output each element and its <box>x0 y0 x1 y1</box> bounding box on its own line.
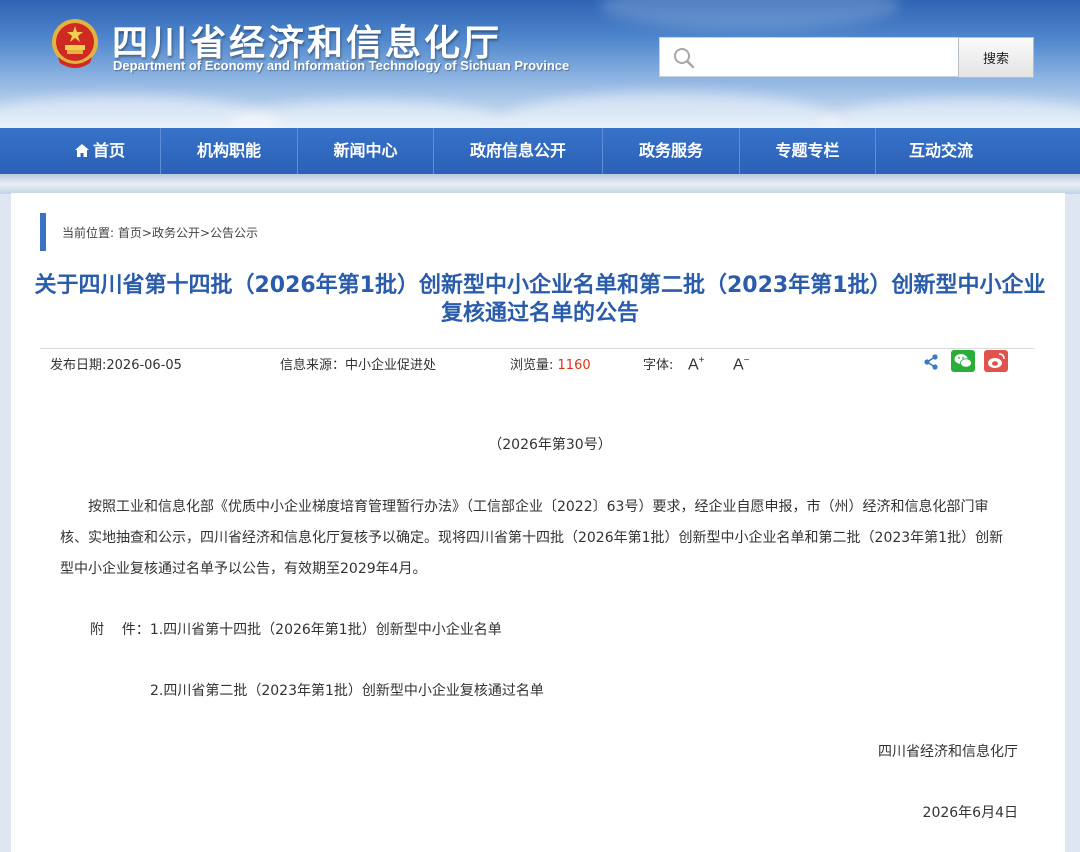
font-increase-glyph: A <box>688 356 699 374</box>
emblem-icon[interactable] <box>50 17 100 69</box>
breadcrumb-marker <box>40 213 46 251</box>
weibo-icon[interactable] <box>984 350 1008 372</box>
nav-item-services[interactable]: 政务服务 <box>603 128 739 174</box>
article-body: 按照工业和信息化部《优质中小企业梯度培育管理暂行办法》（工信部企业〔2022〕6… <box>60 499 1004 577</box>
breadcrumb: 当前位置: 首页>政务公开>公告公示 <box>62 224 258 241</box>
font-size-label: 字体: <box>643 358 674 373</box>
nav-item-label: 首页 <box>92 141 125 160</box>
view-count-label: 浏览量: <box>510 358 554 373</box>
breadcrumb-section[interactable]: 政务公开 <box>152 226 200 240</box>
site-subtitle: Department of Economy and Information Te… <box>113 58 570 73</box>
attachment-link-2[interactable]: 2.四川省第二批（2023年第1批）创新型中小企业复核通过名单 <box>150 680 544 700</box>
decorative-band <box>0 174 1080 194</box>
font-decrease-button[interactable]: A− <box>733 355 750 374</box>
breadcrumb-separator: > <box>141 226 152 240</box>
font-decrease-sign: − <box>743 355 750 366</box>
divider <box>40 348 1035 349</box>
font-increase-button[interactable]: A+ <box>688 355 705 374</box>
breadcrumb-current[interactable]: 公告公示 <box>210 226 258 240</box>
nav-item-news[interactable]: 新闻中心 <box>298 128 433 174</box>
home-icon <box>74 144 89 157</box>
font-decrease-glyph: A <box>733 356 744 374</box>
breadcrumb-prefix: 当前位置: <box>62 226 115 240</box>
nav-item-interaction[interactable]: 互动交流 <box>876 128 1006 174</box>
publish-date: 发布日期:2026-06-05 <box>50 358 182 373</box>
nav-item-functions[interactable]: 机构职能 <box>161 128 297 174</box>
attachment-link-1[interactable]: 1.四川省第十四批（2026年第1批）创新型中小企业名单 <box>150 622 502 638</box>
article-title: 关于四川省第十四批（2026年第1批）创新型中小企业名单和第二批（2023年第1… <box>34 273 1046 326</box>
info-source: 信息来源：中小企业促进处 <box>280 358 437 373</box>
attachment-row: 附 件：1.四川省第十四批（2026年第1批）创新型中小企业名单 <box>90 619 502 639</box>
nav-item-topics[interactable]: 专题专栏 <box>740 128 875 174</box>
view-count: 浏览量: 1160 <box>510 354 591 373</box>
nav-item-home[interactable]: 首页 <box>60 128 140 174</box>
breadcrumb-separator: > <box>199 226 211 240</box>
main-nav: 首页 机构职能 新闻中心 政府信息公开 政务服务 专题专栏 互动交流 <box>0 128 1080 174</box>
sign-date: 2026年6月4日 <box>922 805 1018 821</box>
signature: 四川省经济和信息化厅 <box>878 744 1018 760</box>
attachment-label: 附 件： <box>90 622 150 638</box>
font-increase-sign: + <box>698 355 705 366</box>
search-input[interactable] <box>704 44 952 70</box>
wechat-icon[interactable] <box>951 350 975 372</box>
breadcrumb-home[interactable]: 首页 <box>118 226 142 240</box>
document-number: （2026年第30号） <box>488 437 612 453</box>
search-icon <box>674 48 695 69</box>
nav-item-gov-info[interactable]: 政府信息公开 <box>434 128 602 174</box>
share-icon[interactable] <box>921 352 941 372</box>
search-button[interactable]: 搜索 <box>958 37 1034 78</box>
view-count-value: 1160 <box>557 358 591 373</box>
